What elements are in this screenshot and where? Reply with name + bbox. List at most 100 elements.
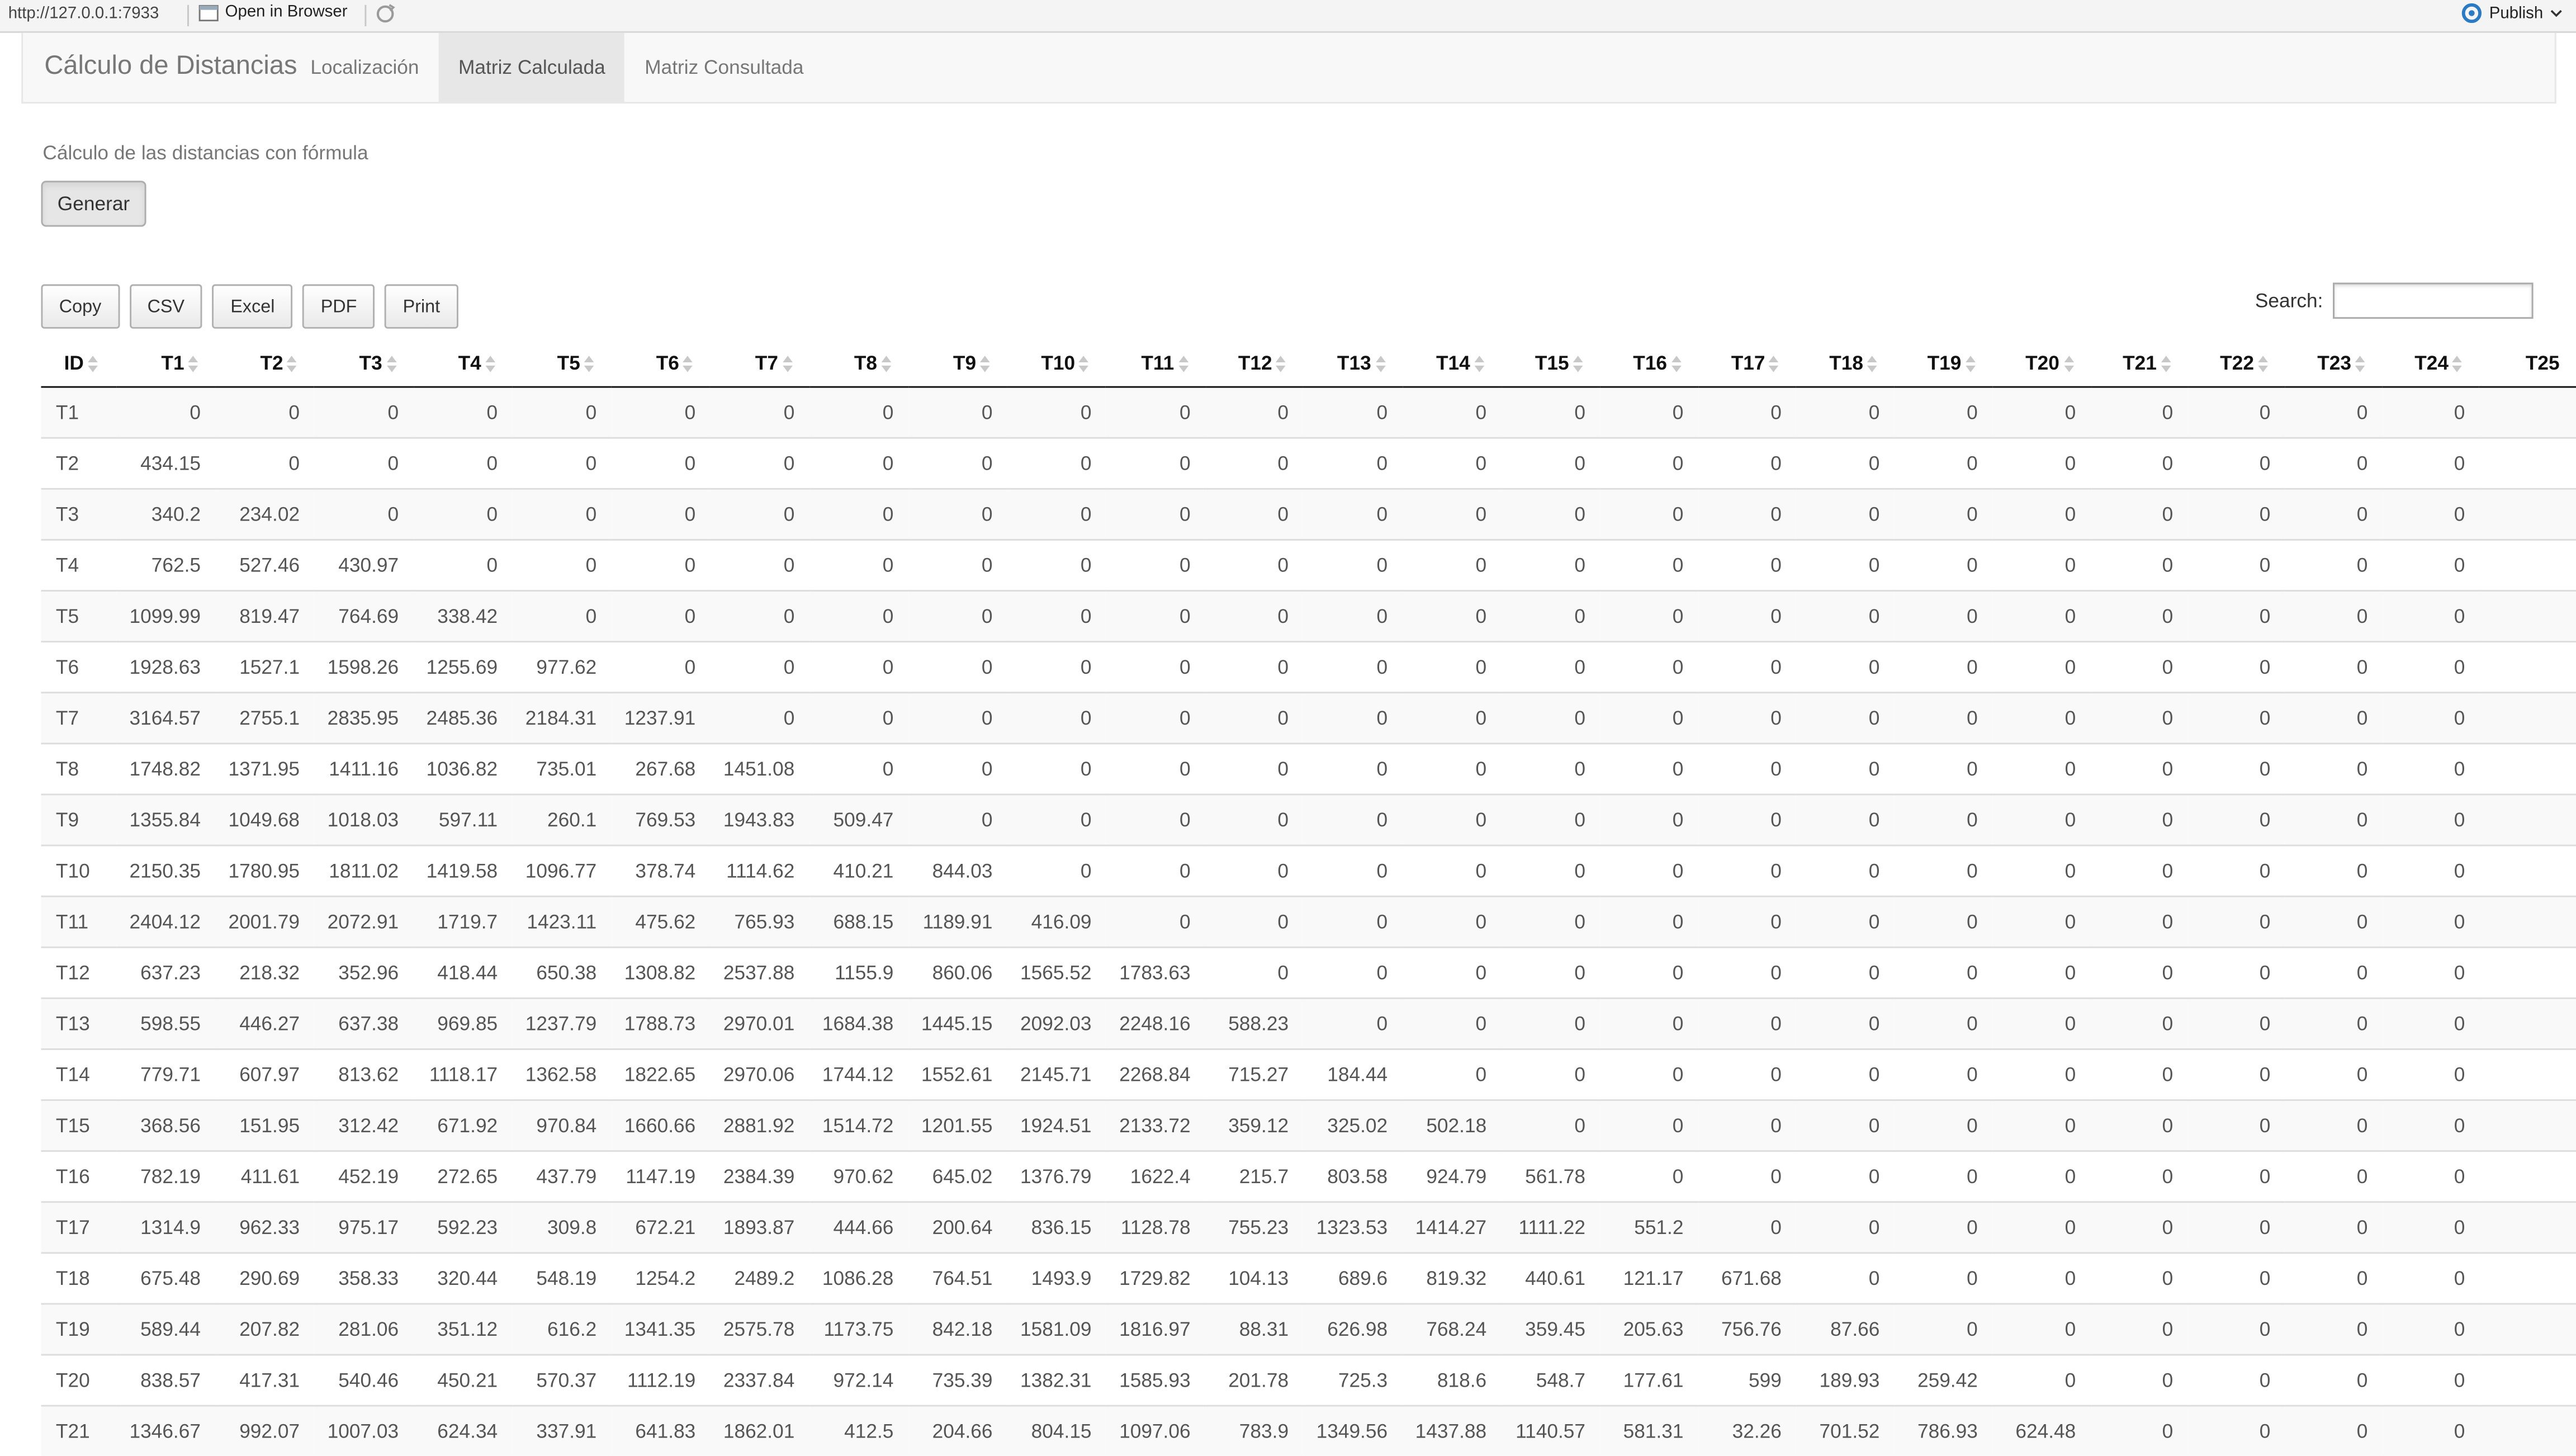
distance-cell: 32.26 <box>1698 1405 1797 1456</box>
column-header[interactable]: T15 <box>1501 340 1600 388</box>
table-row[interactable]: T5 1099.99 819.47 764.69 338.42 0 0 0 0 0 0 0 0 0 0 0 0 0… <box>41 590 2576 642</box>
table-row[interactable]: T8 1748.82 1371.95 1411.16 1036.82 735.01 267.… <box>41 743 2576 795</box>
table-row[interactable]: T2 434.15 0 0 0 0 0 0 0 0 0 0 0 0 0 0 0 0 0 0 0 0 0 0 0 <box>41 437 2576 489</box>
distance-cell <box>2479 1303 2576 1355</box>
table-row[interactable]: T13 598.55 446.27 637.38 969.85 1237.79 1788.7… <box>41 997 2576 1050</box>
column-header[interactable]: T25 <box>2479 340 2576 388</box>
distance-cell: 0 <box>2090 590 2188 642</box>
table-row[interactable]: T7 3164.57 2755.1 2835.95 2485.36 2184.31 1237… <box>41 692 2576 744</box>
print-button[interactable]: Print <box>385 284 458 329</box>
column-header[interactable]: T13 <box>1303 340 1403 388</box>
column-header[interactable]: T14 <box>1402 340 1502 388</box>
column-header[interactable]: T2 <box>215 340 315 388</box>
publish-button[interactable]: Publish <box>2461 3 2563 23</box>
distance-cell: 0 <box>1698 997 1797 1050</box>
table-row[interactable]: T12 637.23 218.32 352.96 418.44 650.38 1308.82… <box>41 946 2576 999</box>
column-header[interactable]: T4 <box>413 340 513 388</box>
tab-matriz-consultada[interactable]: Matriz Consultada <box>625 33 823 102</box>
distance-cell: 0 <box>314 437 414 489</box>
url-text[interactable]: http://127.0.0.1:7933 <box>8 5 159 23</box>
sort-icon <box>1375 356 1385 373</box>
distance-cell: 0 <box>1992 844 2091 897</box>
column-header[interactable]: T20 <box>1992 340 2091 388</box>
column-header[interactable]: T17 <box>1698 340 1797 388</box>
publish-label: Publish <box>2489 4 2544 22</box>
distance-cell: 0 <box>1303 895 1403 948</box>
column-header[interactable]: T23 <box>2285 340 2383 388</box>
column-header[interactable]: T24 <box>2382 340 2480 388</box>
table-row[interactable]: T4 762.5 527.46 430.97 0 0 0 0 0 0 0 0 0 0 0 0 0 0 0 0 0 0 0 0 0 <box>41 538 2576 591</box>
table-row[interactable]: T20 838.57 417.31 540.46 450.21 570.37 1112.19… <box>41 1354 2576 1406</box>
distance-cell: 259.42 <box>1894 1354 1993 1406</box>
column-header[interactable]: T3 <box>314 340 414 388</box>
open-in-browser-button[interactable]: Open in Browser <box>198 3 348 21</box>
table-row[interactable]: T18 675.48 290.69 358.33 320.44 548.19 1254.2 2… <box>41 1252 2576 1304</box>
distance-cell: 0 <box>1698 538 1797 591</box>
distance-cell: 0 <box>2187 1252 2285 1304</box>
table-row[interactable]: T1 0 0 0 0 0 0 0 0 0 0 0 0 0 0 0 0 0 0 0 0 0 0 0 0 <box>41 386 2576 438</box>
distance-cell: 570.37 <box>512 1354 612 1406</box>
column-header[interactable]: T18 <box>1796 340 1895 388</box>
table-row[interactable]: T14 779.71 607.97 813.62 1118.17 1362.58 1822.… <box>41 1048 2576 1100</box>
column-header-label: T7 <box>755 351 778 375</box>
distance-cell: 0 <box>1501 386 1600 438</box>
tab-matriz-calculada[interactable]: Matriz Calculada <box>438 32 625 102</box>
column-header[interactable]: T5 <box>512 340 612 388</box>
distance-cell: 626.98 <box>1303 1303 1403 1355</box>
distance-cell: 359.45 <box>1501 1303 1600 1355</box>
column-header[interactable]: T9 <box>908 340 1007 388</box>
table-row[interactable]: T17 1314.9 962.33 975.17 592.23 309.8 672.21 18… <box>41 1201 2576 1253</box>
column-header[interactable]: T12 <box>1205 340 1304 388</box>
distance-cell: 1341.35 <box>611 1303 711 1355</box>
distance-cell: 309.8 <box>512 1201 612 1253</box>
table-row[interactable]: T10 2150.35 1780.95 1811.02 1419.58 1096.77 37… <box>41 844 2576 897</box>
distance-cell: 0 <box>1205 946 1304 999</box>
csv-button[interactable]: CSV <box>129 284 203 329</box>
search-input[interactable] <box>2333 282 2534 319</box>
column-header[interactable]: T6 <box>611 340 711 388</box>
distance-cell: 0 <box>908 538 1007 591</box>
column-header[interactable]: T10 <box>1007 340 1106 388</box>
distance-cell: 0 <box>710 386 809 438</box>
distance-cell: 0 <box>1796 997 1895 1050</box>
column-header[interactable]: ID <box>41 340 117 388</box>
distance-cell: 607.97 <box>215 1048 315 1100</box>
distance-cell: 0 <box>2382 793 2480 845</box>
distance-cell: 1376.79 <box>1007 1150 1106 1202</box>
pdf-button[interactable]: PDF <box>302 284 375 329</box>
distance-cell <box>2479 743 2576 795</box>
distance-cell: 418.44 <box>413 946 513 999</box>
tab-localizacion[interactable]: Localización <box>291 33 439 102</box>
table-row[interactable]: T19 589.44 207.82 281.06 351.12 616.2 1341.35 2… <box>41 1303 2576 1355</box>
row-id-cell: T1 <box>41 386 117 438</box>
column-header[interactable]: T16 <box>1600 340 1698 388</box>
distance-cell: 598.55 <box>116 997 216 1050</box>
distance-cell: 0 <box>1205 386 1304 438</box>
excel-button[interactable]: Excel <box>212 284 293 329</box>
column-header[interactable]: T22 <box>2187 340 2285 388</box>
distance-cell: 0 <box>1796 641 1895 693</box>
column-header[interactable]: T8 <box>809 340 908 388</box>
column-header[interactable]: T1 <box>116 340 216 388</box>
distance-cell: 0 <box>1796 1201 1895 1253</box>
distance-cell: 0 <box>1894 793 1993 845</box>
refresh-button[interactable] <box>375 3 396 30</box>
table-row[interactable]: T3 340.2 234.02 0 0 0 0 0 0 0 0 0 0 0 0 0 0 0 0 0 0 0 0 0 0 <box>41 488 2576 540</box>
copy-button[interactable]: Copy <box>41 284 120 329</box>
column-header[interactable]: T11 <box>1106 340 1206 388</box>
table-row[interactable]: T15 368.56 151.95 312.42 671.92 970.84 1660.66… <box>41 1099 2576 1151</box>
column-header[interactable]: T21 <box>2090 340 2188 388</box>
distance-cell: 1097.06 <box>1106 1405 1206 1456</box>
distance-cell: 0 <box>1992 1099 2091 1151</box>
table-row[interactable]: T21 1346.67 992.07 1007.03 624.34 337.91 641.8… <box>41 1405 2576 1456</box>
sort-icon <box>2063 356 2073 373</box>
column-header[interactable]: T7 <box>710 340 809 388</box>
app-title[interactable]: Cálculo de Distancias <box>44 53 297 82</box>
generate-button[interactable]: Generar <box>41 181 146 227</box>
table-row[interactable]: T11 2404.12 2001.79 2072.91 1719.7 1423.11 475… <box>41 895 2576 948</box>
table-row[interactable]: T9 1355.84 1049.68 1018.03 597.11 260.1 769.53… <box>41 793 2576 845</box>
column-header[interactable]: T19 <box>1894 340 1993 388</box>
distance-cell: 1598.26 <box>314 641 414 693</box>
table-row[interactable]: T16 782.19 411.61 452.19 272.65 437.79 1147.19… <box>41 1150 2576 1202</box>
table-row[interactable]: T6 1928.63 1527.1 1598.26 1255.69 977.62 0 0 0 0 0… <box>41 641 2576 693</box>
